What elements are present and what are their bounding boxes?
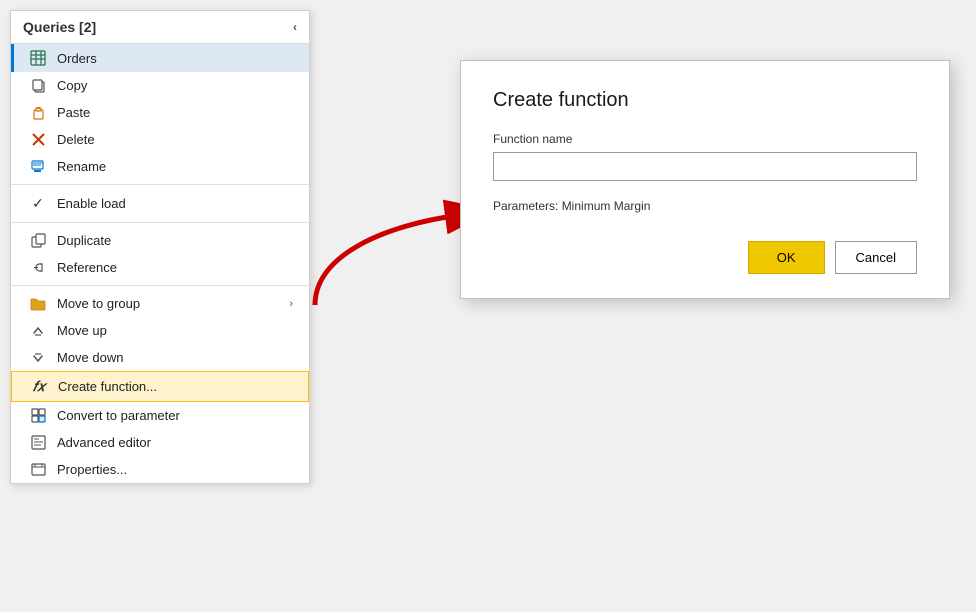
menu-item-duplicate[interactable]: Duplicate: [11, 227, 309, 254]
sidebar-item-orders[interactable]: Orders: [11, 44, 309, 72]
cancel-button[interactable]: Cancel: [835, 241, 917, 274]
move-down-icon: [27, 351, 49, 365]
move-to-group-label: Move to group: [57, 296, 140, 311]
rename-icon: [27, 159, 49, 174]
submenu-arrow-icon: ›: [289, 298, 293, 310]
delete-icon: [27, 132, 49, 147]
advanced-editor-label: Advanced editor: [57, 435, 151, 450]
queries-title: Queries [2]: [23, 19, 96, 35]
checkmark-icon: ✓: [27, 195, 49, 212]
function-name-input[interactable]: [493, 152, 917, 181]
menu-item-advanced-editor[interactable]: Advanced editor: [11, 429, 309, 456]
parameters-label: Parameters: Minimum Margin: [493, 199, 917, 213]
convert-to-parameter-label: Convert to parameter: [57, 408, 180, 423]
context-menu: Queries [2] ‹ Orders Copy: [10, 10, 310, 484]
rename-label: Rename: [57, 159, 106, 174]
dialog-title: Create function: [493, 89, 917, 112]
divider-1: [11, 184, 309, 185]
move-up-icon: [27, 324, 49, 338]
advanced-editor-icon: [27, 435, 49, 450]
properties-label: Properties...: [57, 462, 127, 477]
convert-icon: [27, 408, 49, 423]
menu-item-create-function[interactable]: 𝑓𝑥 Create function...: [11, 371, 309, 402]
fx-icon: 𝑓𝑥: [28, 378, 50, 395]
move-up-label: Move up: [57, 323, 107, 338]
table-icon: [27, 50, 49, 66]
paste-label: Paste: [57, 105, 90, 120]
divider-3: [11, 285, 309, 286]
divider-2: [11, 222, 309, 223]
menu-item-enable-load[interactable]: ✓ Enable load: [11, 189, 309, 218]
collapse-icon[interactable]: ‹: [293, 20, 297, 34]
properties-icon: [27, 462, 49, 477]
enable-load-label: Enable load: [57, 196, 126, 211]
menu-item-copy[interactable]: Copy: [11, 72, 309, 99]
reference-label: Reference: [57, 260, 117, 275]
dialog-buttons: OK Cancel: [493, 241, 917, 274]
menu-item-properties[interactable]: Properties...: [11, 456, 309, 483]
menu-item-paste[interactable]: Paste: [11, 99, 309, 126]
ok-button[interactable]: OK: [748, 241, 825, 274]
arrow-indicator: [285, 195, 485, 325]
reference-icon: [27, 260, 49, 275]
paste-icon: [27, 105, 49, 120]
menu-item-reference[interactable]: Reference: [11, 254, 309, 281]
orders-label: Orders: [57, 51, 97, 66]
copy-icon: [27, 78, 49, 93]
menu-item-delete[interactable]: Delete: [11, 126, 309, 153]
duplicate-icon: [27, 233, 49, 248]
create-function-dialog: Create function Function name Parameters…: [460, 60, 950, 299]
menu-item-rename[interactable]: Rename: [11, 153, 309, 180]
delete-label: Delete: [57, 132, 95, 147]
function-name-label: Function name: [493, 132, 917, 146]
create-function-label: Create function...: [58, 379, 157, 394]
folder-icon: [27, 297, 49, 311]
menu-item-convert-to-parameter[interactable]: Convert to parameter: [11, 402, 309, 429]
menu-item-move-down[interactable]: Move down: [11, 344, 309, 371]
duplicate-label: Duplicate: [57, 233, 111, 248]
menu-item-move-to-group[interactable]: Move to group ›: [11, 290, 309, 317]
menu-header: Queries [2] ‹: [11, 11, 309, 44]
copy-label: Copy: [57, 78, 87, 93]
menu-item-move-up[interactable]: Move up: [11, 317, 309, 344]
move-down-label: Move down: [57, 350, 123, 365]
